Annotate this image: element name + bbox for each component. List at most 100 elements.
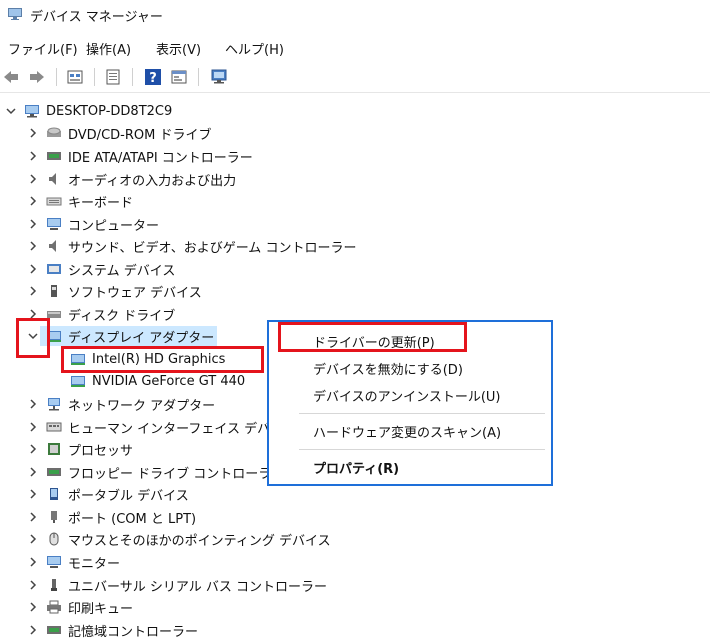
back-arrow-icon[interactable] bbox=[2, 68, 20, 86]
computer-icon bbox=[25, 105, 39, 118]
chevron-right-icon[interactable] bbox=[26, 172, 40, 186]
tree-item-label: オーディオの入力および出力 bbox=[68, 173, 237, 189]
tree-item-floppy[interactable]: フロッピー ドライブ コントローラー bbox=[26, 461, 284, 483]
menu-separator bbox=[299, 449, 545, 450]
tree-item-storage[interactable]: 記憶域コントローラー bbox=[26, 619, 198, 641]
chevron-down-icon[interactable] bbox=[4, 104, 18, 118]
printer-icon bbox=[47, 600, 61, 614]
tree-item-label: ユニバーサル シリアル バス コントローラー bbox=[68, 579, 328, 595]
menu-action[interactable]: 操作(A) bbox=[86, 39, 131, 58]
tree-item-label: ポート (COM と LPT) bbox=[68, 511, 197, 527]
tree-item-software[interactable]: ソフトウェア デバイス bbox=[26, 280, 202, 302]
scan-monitor-icon[interactable] bbox=[210, 68, 228, 86]
tree-item-label: キーボード bbox=[68, 195, 134, 211]
forward-arrow-icon[interactable] bbox=[28, 68, 46, 86]
chevron-right-icon[interactable] bbox=[26, 487, 40, 501]
tree-item-label: ポータブル デバイス bbox=[68, 488, 189, 504]
tree-item-portable[interactable]: ポータブル デバイス bbox=[26, 483, 189, 505]
tree-item-label: モニター bbox=[68, 556, 121, 572]
tree-item-ide[interactable]: IDE ATA/ATAPI コントローラー bbox=[26, 145, 253, 167]
chevron-right-icon[interactable] bbox=[26, 532, 40, 546]
device-view-icon[interactable] bbox=[66, 68, 84, 86]
tree-item-audio-io[interactable]: オーディオの入力および出力 bbox=[26, 168, 236, 190]
chevron-right-icon[interactable] bbox=[26, 397, 40, 411]
chevron-right-icon[interactable] bbox=[26, 194, 40, 208]
hid-icon bbox=[46, 422, 62, 432]
chevron-right-icon[interactable] bbox=[26, 420, 40, 434]
usb-icon bbox=[51, 579, 57, 591]
tree-item-label: ネットワーク アダプター bbox=[68, 398, 216, 414]
menu-help[interactable]: ヘルプ(H) bbox=[225, 39, 284, 58]
tree-item-keyboard[interactable]: キーボード bbox=[26, 190, 133, 212]
resource-view-icon[interactable] bbox=[170, 68, 188, 86]
tree-root-label: DESKTOP-DD8T2C9 bbox=[46, 103, 173, 119]
tree-item-hid[interactable]: ヒューマン インターフェイス デバイス bbox=[26, 416, 296, 438]
monitor-icon bbox=[47, 218, 61, 230]
tree-root[interactable]: DESKTOP-DD8T2C9 bbox=[4, 100, 172, 122]
tree-item-ports[interactable]: ポート (COM と LPT) bbox=[26, 506, 196, 528]
window-title: デバイス マネージャー bbox=[30, 10, 163, 25]
annotation-box-expand bbox=[16, 318, 50, 358]
speaker-icon bbox=[49, 173, 56, 185]
tree-item-label: フロッピー ドライブ コントローラー bbox=[68, 466, 285, 482]
chevron-right-icon[interactable] bbox=[26, 149, 40, 163]
tree-item-sound-video[interactable]: サウンド、ビデオ、およびゲーム コントローラー bbox=[26, 235, 356, 257]
menu-separator bbox=[299, 413, 545, 414]
tree-item-computer[interactable]: コンピューター bbox=[26, 213, 159, 235]
tree-item-label: システム デバイス bbox=[68, 263, 176, 279]
chevron-right-icon[interactable] bbox=[26, 465, 40, 479]
tree-item-monitor[interactable]: モニター bbox=[26, 551, 120, 573]
toolbar: ? bbox=[0, 62, 710, 93]
monitor-icon bbox=[47, 556, 61, 568]
properties-sheet-icon[interactable] bbox=[104, 68, 122, 86]
tree-item-processor[interactable]: プロセッサ bbox=[26, 438, 133, 460]
annotation-box-intel bbox=[61, 346, 264, 373]
tree-item-label: NVIDIA GeForce GT 440 bbox=[92, 373, 246, 389]
toolbar-separator bbox=[56, 68, 57, 86]
chevron-right-icon[interactable] bbox=[26, 126, 40, 140]
processor-icon bbox=[48, 443, 60, 455]
tree-item-label: ヒューマン インターフェイス デバイス bbox=[68, 421, 296, 437]
tree-item-nvidia[interactable]: NVIDIA GeForce GT 440 bbox=[70, 370, 245, 392]
chevron-right-icon[interactable] bbox=[26, 442, 40, 456]
chevron-right-icon[interactable] bbox=[26, 578, 40, 592]
chevron-right-icon[interactable] bbox=[26, 600, 40, 614]
chevron-right-icon[interactable] bbox=[26, 510, 40, 524]
tree-item-system[interactable]: システム デバイス bbox=[26, 258, 175, 280]
speaker-icon bbox=[49, 240, 56, 252]
menu-view[interactable]: 表示(V) bbox=[156, 39, 201, 58]
network-icon bbox=[48, 398, 60, 411]
software-device-icon bbox=[51, 285, 57, 297]
menu-scan-hardware[interactable]: ハードウェア変更のスキャン(A) bbox=[313, 422, 501, 441]
device-manager-icon bbox=[8, 8, 22, 20]
tree-item-label: ディスク ドライブ bbox=[68, 308, 176, 324]
ide-controller-icon bbox=[47, 152, 61, 160]
menu-disable-device[interactable]: デバイスを無効にする(D) bbox=[313, 359, 463, 378]
chevron-right-icon[interactable] bbox=[26, 623, 40, 637]
floppy-controller-icon bbox=[47, 468, 61, 476]
tree-item-label: ソフトウェア デバイス bbox=[68, 285, 202, 301]
chevron-right-icon[interactable] bbox=[26, 284, 40, 298]
tree-item-label: 記憶域コントローラー bbox=[68, 624, 199, 640]
help-icon[interactable]: ? bbox=[144, 68, 162, 86]
chevron-right-icon[interactable] bbox=[26, 262, 40, 276]
tree-item-usb[interactable]: ユニバーサル シリアル バス コントローラー bbox=[26, 574, 327, 596]
menu-properties[interactable]: プロパティ(R) bbox=[313, 458, 399, 477]
tree-item-network[interactable]: ネットワーク アダプター bbox=[26, 393, 215, 415]
menu-file[interactable]: ファイル(F) bbox=[8, 39, 78, 58]
toolbar-separator bbox=[132, 68, 133, 86]
mouse-icon bbox=[49, 532, 59, 546]
tree-item-label: コンピューター bbox=[68, 218, 160, 234]
tree-item-display-adapters[interactable]: ディスプレイ アダプター bbox=[26, 325, 218, 347]
tree-item-label: DVD/CD-ROM ドライブ bbox=[68, 127, 212, 143]
chevron-right-icon[interactable] bbox=[26, 217, 40, 231]
tree-item-mouse[interactable]: マウスとそのほかのポインティング デバイス bbox=[26, 528, 331, 550]
selected-row-highlight: ディスプレイ アダプター bbox=[40, 326, 218, 346]
chevron-right-icon[interactable] bbox=[26, 239, 40, 253]
tree-item-label: プロセッサ bbox=[68, 443, 134, 459]
tree-item-print-queue[interactable]: 印刷キュー bbox=[26, 596, 133, 618]
tree-item-label: ディスプレイ アダプター bbox=[68, 330, 215, 346]
tree-item-dvd[interactable]: DVD/CD-ROM ドライブ bbox=[26, 122, 211, 144]
chevron-right-icon[interactable] bbox=[26, 555, 40, 569]
menu-uninstall-device[interactable]: デバイスのアンインストール(U) bbox=[313, 386, 501, 405]
